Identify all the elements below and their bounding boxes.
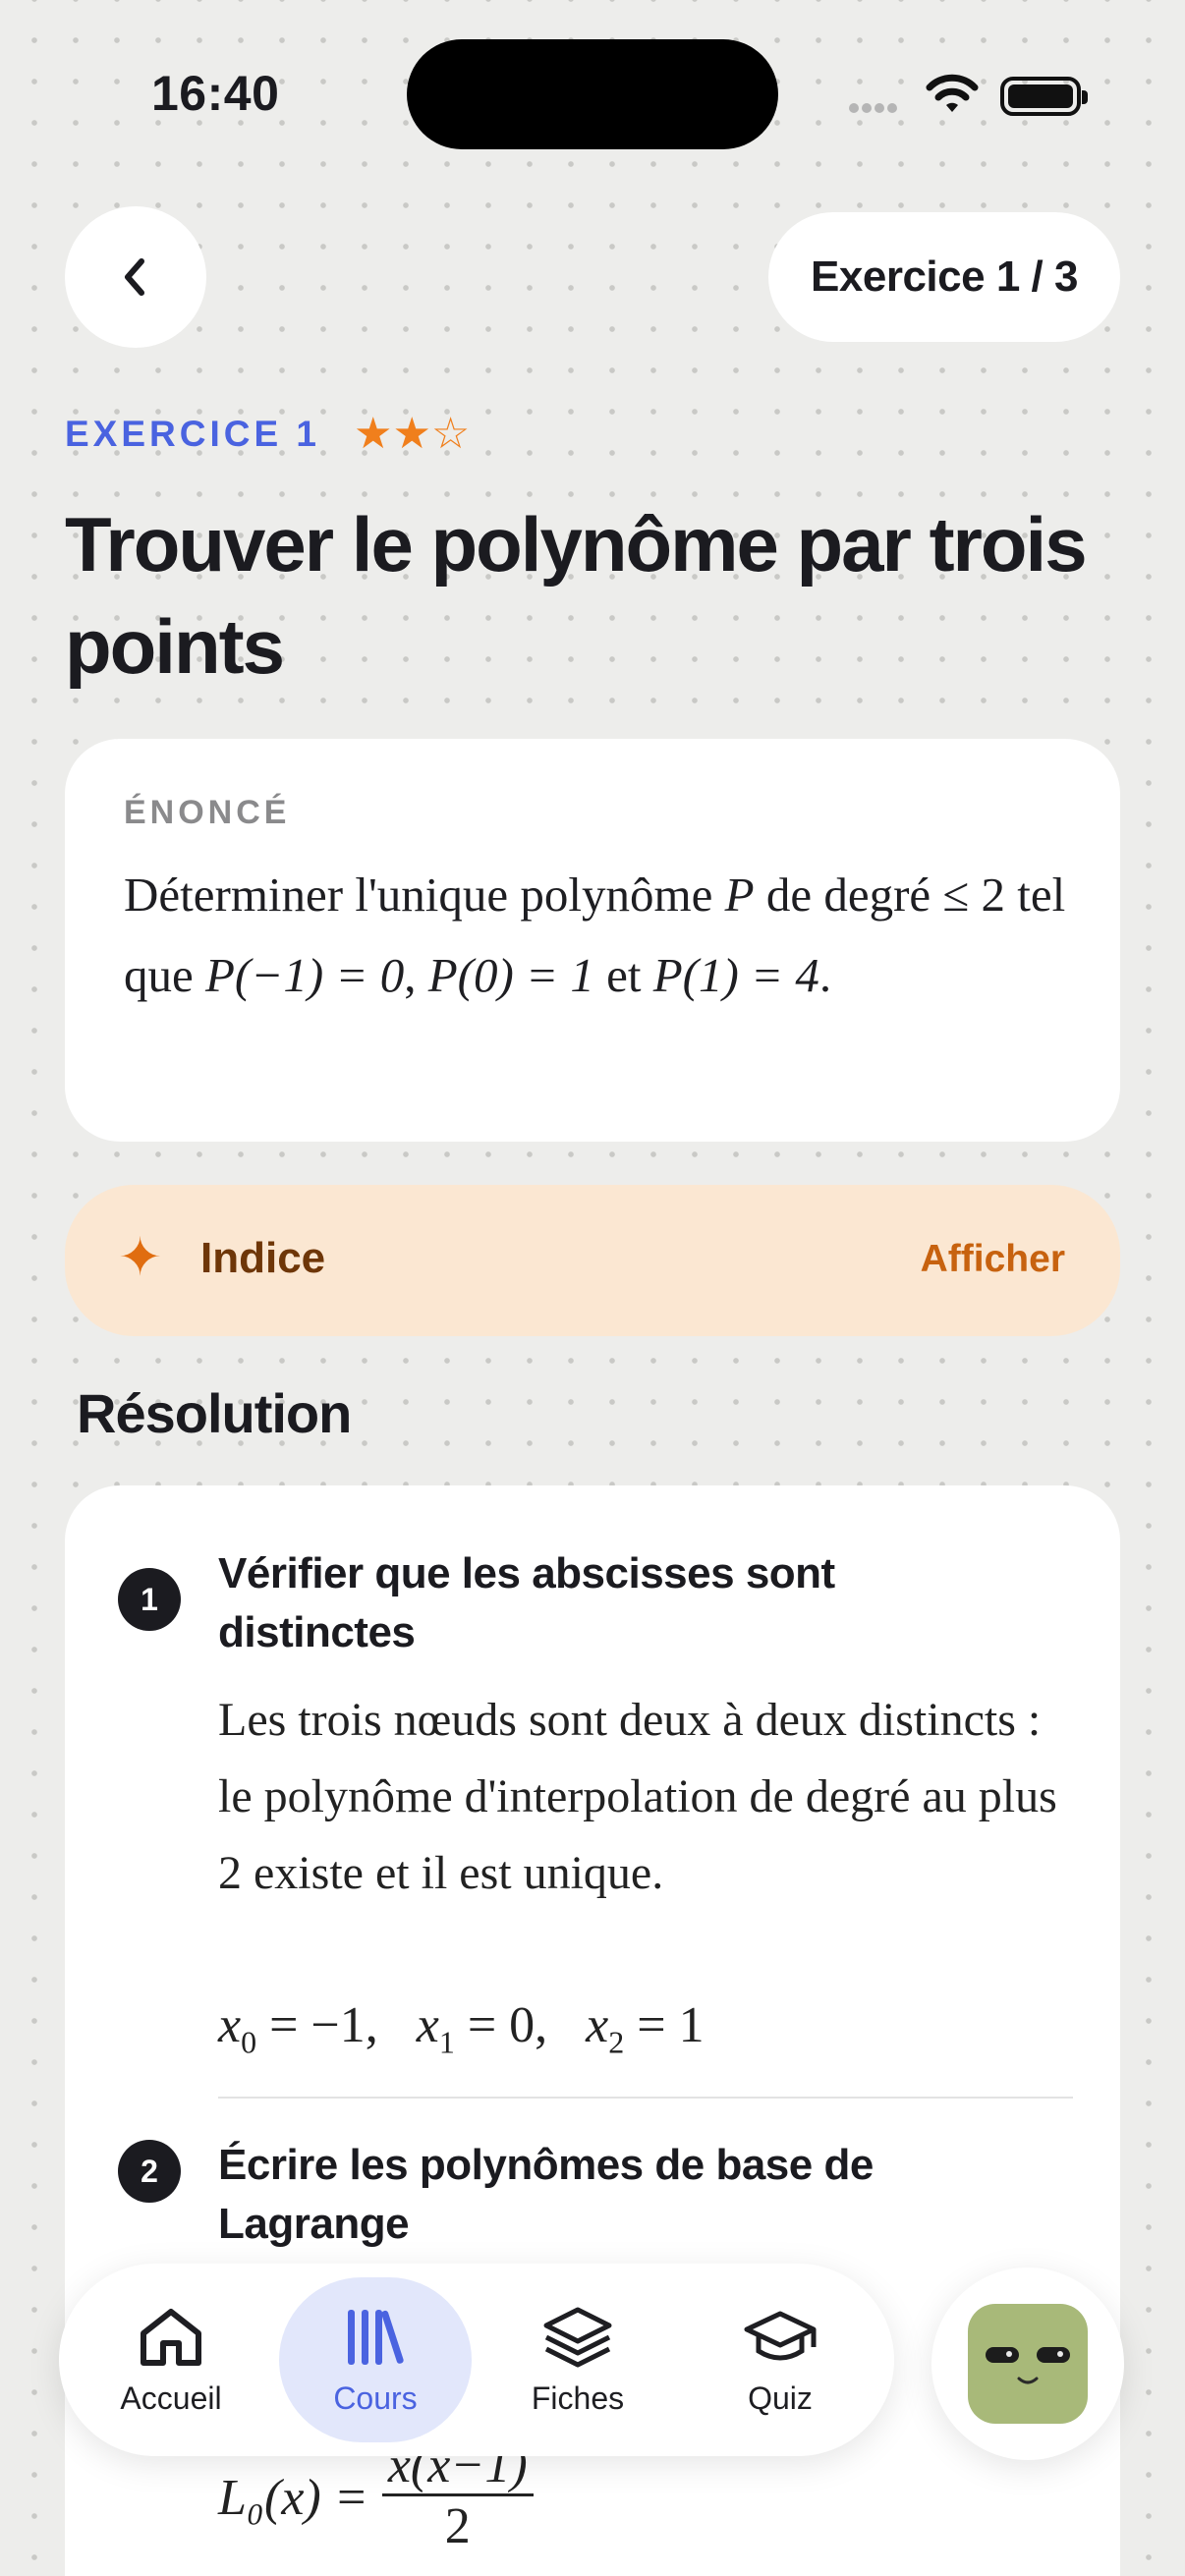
- math-condition: P(−1) = 0: [205, 948, 405, 1002]
- tab-label: Accueil: [120, 2380, 222, 2416]
- library-icon: [348, 2309, 404, 2365]
- tab-label: Quiz: [748, 2380, 813, 2416]
- mascot-face-icon: [986, 2347, 1070, 2384]
- statement-separator: ,: [404, 948, 428, 1002]
- math-x: x: [416, 1997, 439, 2053]
- math-value: = −1,: [256, 1997, 417, 2053]
- tab-label: Fiches: [531, 2380, 625, 2416]
- statement-separator: et: [593, 948, 653, 1002]
- math-value: = 0,: [454, 1997, 587, 2053]
- math-x: x: [218, 1997, 242, 2053]
- statement-text: Déterminer l'unique polynôme P de degré …: [124, 855, 1087, 1016]
- mascot-avatar: [968, 2304, 1088, 2424]
- step-body: Les trois nœuds sont deux à deux distinc…: [218, 1694, 1057, 1899]
- layers-icon: [543, 2307, 612, 2367]
- step-formula: L₀(x) = x(x−1) 2: [218, 2438, 534, 2557]
- math-value: = 1: [624, 1997, 705, 2053]
- difficulty-stars: ★★☆: [354, 410, 471, 458]
- tab-label: Cours: [333, 2380, 418, 2416]
- tab-accueil[interactable]: Accueil: [75, 2277, 267, 2442]
- math-subscript: 0: [241, 2024, 257, 2060]
- chevron-left-icon: [125, 258, 144, 296]
- exercise-counter: Exercice 1 / 3: [768, 212, 1120, 342]
- back-button[interactable]: [65, 206, 206, 348]
- wifi-icon: [926, 74, 979, 112]
- graduation-cap-icon: [744, 2311, 817, 2360]
- battery-icon: [1000, 77, 1088, 116]
- tab-bar: Accueil Cours Fiches Quiz: [59, 2264, 894, 2456]
- tab-quiz[interactable]: Quiz: [684, 2277, 876, 2442]
- step-formula: x0 = −1, x1 = 0, x2 = 1: [218, 1996, 705, 2060]
- show-hint-button[interactable]: Afficher: [921, 1238, 1065, 1281]
- exercise-number-label: EXERCICE 1: [65, 414, 321, 454]
- formula-lhs: L₀(x) =: [218, 2470, 368, 2526]
- resolution-heading: Résolution: [77, 1382, 352, 1444]
- statement-text-part: Déterminer l'unique polynôme: [124, 868, 725, 922]
- sparkle-icon: ✦: [118, 1228, 163, 1287]
- tab-cours[interactable]: Cours: [279, 2277, 472, 2442]
- statement-card: ÉNONCÉ Déterminer l'unique polynôme P de…: [65, 739, 1120, 1142]
- fraction-denominator: 2: [444, 2498, 471, 2554]
- page-title: Trouver le polynôme par trois points: [65, 501, 1088, 690]
- exercise-eyebrow: EXERCICE 1 ★★☆: [65, 413, 470, 456]
- math-condition: P(0) = 1: [427, 948, 594, 1002]
- home-icon: [141, 2308, 201, 2366]
- step-title: Écrire les polynômes de base de Lagrange: [218, 2141, 874, 2248]
- statement-label: ÉNONCÉ: [124, 794, 291, 831]
- status-time: 16:40: [151, 66, 280, 121]
- math-subscript: 1: [438, 2024, 455, 2060]
- step-divider: [218, 2097, 1073, 2099]
- tab-fiches[interactable]: Fiches: [481, 2277, 674, 2442]
- fraction: x(x−1) 2: [381, 2438, 534, 2557]
- step-number: 2: [118, 2140, 181, 2203]
- cellular-signal-icon: [849, 100, 908, 114]
- hint-label: Indice: [200, 1234, 326, 1282]
- statement-end: .: [818, 948, 832, 1002]
- step-title: Vérifier que les abscisses sont distinct…: [218, 1549, 835, 1656]
- hint-bar[interactable]: ✦ Indice Afficher: [65, 1185, 1120, 1336]
- math-var-p: P: [724, 868, 755, 922]
- step-number: 1: [118, 1568, 181, 1631]
- mascot-assistant-button[interactable]: [931, 2268, 1124, 2460]
- math-x: x: [586, 1997, 609, 2053]
- dynamic-island: [407, 39, 778, 149]
- math-subscript: 2: [608, 2024, 625, 2060]
- math-condition: P(1) = 4: [652, 948, 819, 1002]
